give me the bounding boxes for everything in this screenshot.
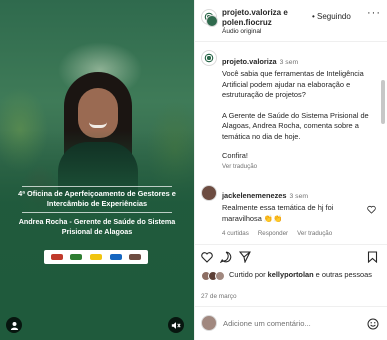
- divider: [22, 186, 172, 187]
- post-panel: projeto.valoriza e polen.fiocruz • Segui…: [194, 0, 387, 340]
- post-date[interactable]: 27 de março: [201, 293, 237, 300]
- logo: [70, 254, 83, 260]
- comment-username[interactable]: jackelenemenezes: [222, 191, 287, 200]
- comment-input[interactable]: Adicione um comentário...: [223, 319, 311, 328]
- post-header: projeto.valoriza e polen.fiocruz • Segui…: [195, 0, 387, 42]
- speaker-muted-icon[interactable]: [168, 317, 184, 333]
- liked-by-text: Curtido por kellyportolan e outras pesso…: [229, 270, 372, 279]
- caption-text: Você sabia que ferramentas de Inteligênc…: [222, 69, 364, 99]
- translate-link[interactable]: Ver tradução: [297, 230, 332, 237]
- scrollbar[interactable]: [381, 80, 385, 124]
- partner-logos: [44, 250, 148, 264]
- caption-more: Confira!: [222, 151, 248, 160]
- logo: [50, 254, 63, 260]
- comment-text: Realmente essa temática de hj foi maravi…: [222, 203, 334, 223]
- action-bar: [195, 244, 387, 264]
- reel-video[interactable]: 4ª Oficina de Aperfeiçoamento de Gestore…: [0, 0, 194, 340]
- translate-link[interactable]: Ver tradução: [222, 163, 374, 170]
- liked-by-user[interactable]: kellyportolan: [268, 270, 314, 279]
- event-title: 4ª Oficina de Aperfeiçoamento de Gestore…: [18, 189, 176, 208]
- post-authors[interactable]: projeto.valoriza e polen.fiocruz: [222, 8, 310, 28]
- heart-icon[interactable]: [201, 251, 213, 265]
- caption-text-2: A Gerente de Saúde do Sistema Prisional …: [222, 110, 369, 141]
- avatar[interactable]: [215, 271, 225, 281]
- caption: projeto.valoriza 3 sem Você sabia que fer…: [222, 51, 374, 170]
- avatar[interactable]: [201, 185, 217, 201]
- audio-label[interactable]: Áudio original: [222, 28, 261, 35]
- following-button[interactable]: • Seguindo: [312, 12, 351, 21]
- caption-time: 3 sem: [279, 59, 299, 66]
- logo: [89, 254, 102, 260]
- divider: [22, 212, 172, 213]
- comment-icon[interactable]: [219, 251, 232, 265]
- more-horizontal-icon[interactable]: ···: [367, 7, 381, 19]
- comment-time: 3 sem: [289, 193, 309, 200]
- bookmark-icon[interactable]: [367, 251, 378, 265]
- speaker-name: Andrea Rocha - Gerente de Saúde do Siste…: [18, 217, 176, 236]
- comments-section: projeto.valoriza 3 sem Você sabia que fer…: [195, 43, 381, 243]
- likes-summary: Curtido por kellyportolan e outras pesso…: [195, 266, 387, 306]
- avatar: [201, 315, 217, 331]
- comment-likes[interactable]: 4 curtidas: [222, 230, 249, 237]
- logo: [109, 254, 122, 260]
- caption-username[interactable]: projeto.valoriza: [222, 57, 277, 66]
- emoji-icon[interactable]: [367, 317, 379, 335]
- reply-button[interactable]: Responder: [258, 230, 288, 237]
- share-icon[interactable]: [238, 251, 251, 265]
- logo: [129, 254, 142, 260]
- user-icon[interactable]: [6, 317, 22, 333]
- comment: jackelenemenezes 3 sem Realmente essa tem…: [222, 185, 362, 237]
- heart-icon[interactable]: [367, 201, 376, 219]
- add-comment-bar: Adicione um comentário...: [195, 306, 387, 340]
- avatar[interactable]: [206, 15, 218, 27]
- avatar[interactable]: [201, 50, 217, 66]
